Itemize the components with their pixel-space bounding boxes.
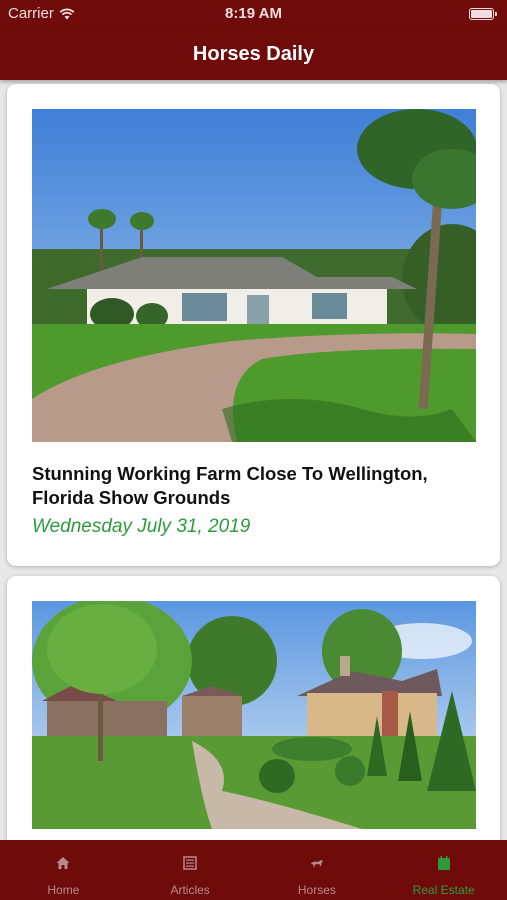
tab-label: Real Estate [412, 883, 475, 897]
building-icon [437, 856, 450, 870]
tab-label: Home [47, 883, 80, 897]
tab-horses[interactable]: Horses [254, 840, 381, 900]
articles-icon [183, 856, 197, 870]
horse-icon [310, 860, 323, 867]
page-title: Horses Daily [192, 42, 315, 65]
tab-bar: Home Articles Horses Real Estate [0, 840, 507, 900]
tab-real-estate[interactable]: Real Estate [380, 840, 507, 900]
tab-label: Horses [297, 883, 336, 897]
article-card[interactable] [7, 576, 500, 840]
tab-home[interactable]: Home [0, 840, 127, 900]
status-time: 8:19 AM [225, 5, 282, 22]
battery-icon [469, 8, 497, 20]
article-title[interactable]: Stunning Working Farm Close To Wellingto… [32, 462, 476, 510]
status-bar: Carrier 8:19 AM [0, 0, 507, 28]
tab-articles[interactable]: Articles [127, 840, 254, 900]
article-card[interactable]: Stunning Working Farm Close To Wellingto… [7, 84, 500, 566]
article-date: Wednesday July 31, 2019 [32, 516, 251, 537]
nav-bar: Horses Daily [0, 28, 507, 80]
article-list[interactable]: Stunning Working Farm Close To Wellingto… [0, 80, 507, 840]
home-icon [56, 857, 70, 869]
article-photo-estate [32, 601, 476, 829]
article-photo-farmhouse [32, 109, 476, 442]
tab-label: Articles [170, 883, 210, 897]
